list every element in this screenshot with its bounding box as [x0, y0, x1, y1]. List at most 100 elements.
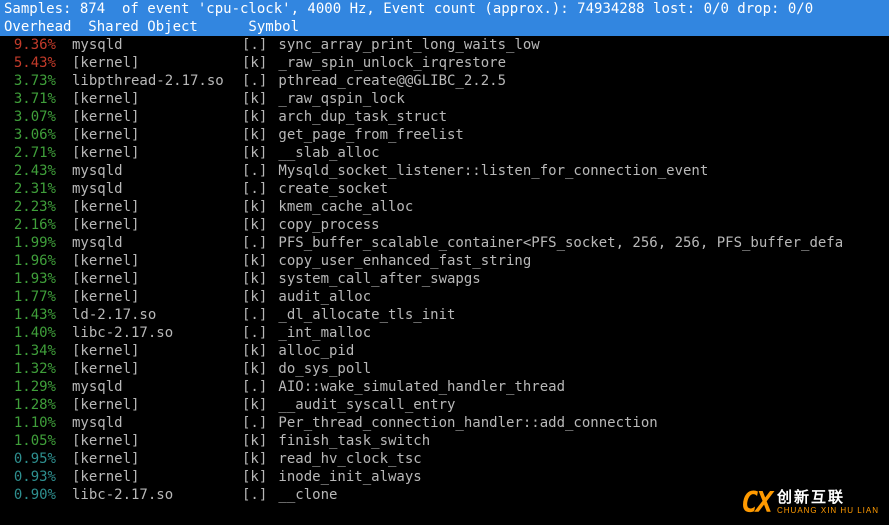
- symbol-tag: [k]: [242, 216, 270, 234]
- symbol-name: read_hv_clock_tsc: [270, 451, 422, 467]
- symbol-name: __clone: [270, 487, 337, 503]
- symbol-tag: [k]: [242, 198, 270, 216]
- shared-object: mysqld: [72, 378, 242, 396]
- perf-row[interactable]: 2.31%mysqld[.] create_socket: [0, 180, 889, 198]
- overhead-percent: 1.10%: [4, 414, 56, 432]
- shared-object: [kernel]: [72, 54, 242, 72]
- perf-row[interactable]: 1.05%[kernel][k] finish_task_switch: [0, 432, 889, 450]
- symbol-tag: [.]: [242, 306, 270, 324]
- symbol-name: create_socket: [270, 181, 388, 197]
- perf-row[interactable]: 2.43%mysqld[.] Mysqld_socket_listener::l…: [0, 162, 889, 180]
- symbol-name: __slab_alloc: [270, 145, 380, 161]
- perf-row[interactable]: 1.93%[kernel][k] system_call_after_swapg…: [0, 270, 889, 288]
- overhead-percent: 2.23%: [4, 198, 56, 216]
- symbol-name: _int_malloc: [270, 325, 371, 341]
- shared-object: [kernel]: [72, 90, 242, 108]
- perf-header-summary: Samples: 874 of event 'cpu-clock', 4000 …: [0, 0, 889, 18]
- symbol-tag: [.]: [242, 36, 270, 54]
- shared-object: [kernel]: [72, 270, 242, 288]
- symbol-tag: [k]: [242, 144, 270, 162]
- shared-object: [kernel]: [72, 216, 242, 234]
- perf-row[interactable]: 1.96%[kernel][k] copy_user_enhanced_fast…: [0, 252, 889, 270]
- overhead-percent: 1.77%: [4, 288, 56, 306]
- overhead-percent: 1.96%: [4, 252, 56, 270]
- shared-object: [kernel]: [72, 468, 242, 486]
- perf-row[interactable]: 0.93%[kernel][k] inode_init_always: [0, 468, 889, 486]
- symbol-name: _raw_spin_unlock_irqrestore: [270, 55, 506, 71]
- overhead-percent: 3.71%: [4, 90, 56, 108]
- symbol-tag: [k]: [242, 396, 270, 414]
- overhead-percent: 1.34%: [4, 342, 56, 360]
- perf-row[interactable]: 2.23% [kernel][k] kmem_cache_alloc: [0, 198, 889, 216]
- shared-object: libc-2.17.so: [72, 486, 242, 504]
- perf-row[interactable]: 3.06%[kernel][k] get_page_from_freelist: [0, 126, 889, 144]
- symbol-name: _dl_allocate_tls_init: [270, 307, 455, 323]
- overhead-percent: 5.43%: [4, 54, 56, 72]
- symbol-tag: [k]: [242, 360, 270, 378]
- symbol-name: copy_process: [270, 217, 380, 233]
- perf-row[interactable]: 1.77% [kernel][k] audit_alloc: [0, 288, 889, 306]
- symbol-tag: [.]: [242, 162, 270, 180]
- symbol-name: finish_task_switch: [270, 433, 430, 449]
- overhead-percent: 1.43%: [4, 306, 56, 324]
- perf-header-columns: Overhead Shared Object Symbol: [0, 18, 889, 36]
- perf-row[interactable]: 1.28%[kernel][k] __audit_syscall_entry: [0, 396, 889, 414]
- perf-row[interactable]: 2.71% [kernel][k] __slab_alloc: [0, 144, 889, 162]
- perf-row[interactable]: 1.29%mysqld[.] AIO::wake_simulated_handl…: [0, 378, 889, 396]
- perf-row[interactable]: 1.32%[kernel][k] do_sys_poll: [0, 360, 889, 378]
- perf-row[interactable]: 0.90%libc-2.17.so[.] __clone: [0, 486, 889, 504]
- shared-object: [kernel]: [72, 252, 242, 270]
- symbol-name: audit_alloc: [270, 289, 371, 305]
- perf-row[interactable]: 0.95%[kernel][k] read_hv_clock_tsc: [0, 450, 889, 468]
- symbol-name: _raw_qspin_lock: [270, 91, 405, 107]
- symbol-name: inode_init_always: [270, 469, 422, 485]
- shared-object: mysqld: [72, 36, 242, 54]
- overhead-percent: 1.05%: [4, 432, 56, 450]
- symbol-name: Mysqld_socket_listener::listen_for_conne…: [270, 163, 708, 179]
- symbol-name: get_page_from_freelist: [270, 127, 464, 143]
- perf-row[interactable]: 5.43%[kernel][k] _raw_spin_unlock_irqres…: [0, 54, 889, 72]
- symbol-tag: [k]: [242, 270, 270, 288]
- shared-object: [kernel]: [72, 360, 242, 378]
- overhead-percent: 0.95%: [4, 450, 56, 468]
- shared-object: ld-2.17.so: [72, 306, 242, 324]
- perf-row[interactable]: 1.99%mysqld[.] PFS_buffer_scalable_conta…: [0, 234, 889, 252]
- perf-row[interactable]: 1.34%[kernel][k] alloc_pid: [0, 342, 889, 360]
- shared-object: [kernel]: [72, 144, 242, 162]
- perf-rows-container[interactable]: 9.36%mysqld[.] sync_array_print_long_wai…: [0, 36, 889, 504]
- perf-row[interactable]: 3.07%[kernel][k] arch_dup_task_struct: [0, 108, 889, 126]
- symbol-name: system_call_after_swapgs: [270, 271, 481, 287]
- perf-row[interactable]: 1.43% ld-2.17.so[.] _dl_allocate_tls_init: [0, 306, 889, 324]
- perf-row[interactable]: 2.16% [kernel][k] copy_process: [0, 216, 889, 234]
- symbol-tag: [.]: [242, 486, 270, 504]
- perf-row[interactable]: 1.10%mysqld[.] Per_thread_connection_han…: [0, 414, 889, 432]
- perf-row[interactable]: 3.73%libpthread-2.17.so[.] pthread_creat…: [0, 72, 889, 90]
- symbol-name: sync_array_print_long_waits_low: [270, 37, 540, 53]
- symbol-name: __audit_syscall_entry: [270, 397, 455, 413]
- symbol-name: kmem_cache_alloc: [270, 199, 413, 215]
- overhead-percent: 1.29%: [4, 378, 56, 396]
- overhead-percent: 2.16%: [4, 216, 56, 234]
- shared-object: mysqld: [72, 414, 242, 432]
- perf-row[interactable]: 3.71%[kernel][k] _raw_qspin_lock: [0, 90, 889, 108]
- perf-row[interactable]: 1.40%libc-2.17.so[.] _int_malloc: [0, 324, 889, 342]
- symbol-tag: [k]: [242, 288, 270, 306]
- perf-row[interactable]: 9.36%mysqld[.] sync_array_print_long_wai…: [0, 36, 889, 54]
- symbol-tag: [.]: [242, 180, 270, 198]
- symbol-tag: [.]: [242, 234, 270, 252]
- shared-object: [kernel]: [72, 342, 242, 360]
- symbol-tag: [k]: [242, 126, 270, 144]
- overhead-percent: 1.32%: [4, 360, 56, 378]
- shared-object: mysqld: [72, 162, 242, 180]
- shared-object: [kernel]: [72, 450, 242, 468]
- shared-object: libpthread-2.17.so: [72, 72, 242, 90]
- overhead-percent: 3.07%: [4, 108, 56, 126]
- overhead-percent: 1.28%: [4, 396, 56, 414]
- symbol-name: AIO::wake_simulated_handler_thread: [270, 379, 565, 395]
- symbol-name: pthread_create@@GLIBC_2.2.5: [270, 73, 506, 89]
- shared-object: [kernel]: [72, 288, 242, 306]
- overhead-percent: 2.71%: [4, 144, 56, 162]
- overhead-percent: 3.06%: [4, 126, 56, 144]
- shared-object: [kernel]: [72, 198, 242, 216]
- overhead-percent: 1.40%: [4, 324, 56, 342]
